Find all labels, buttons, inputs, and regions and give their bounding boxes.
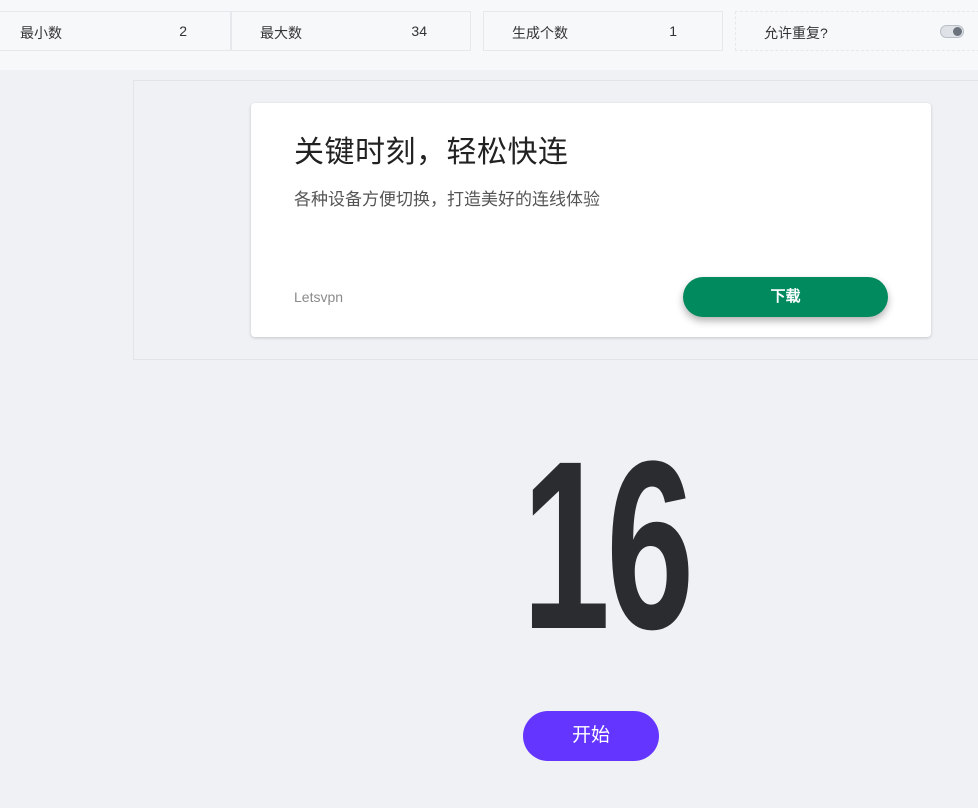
- min-number-field[interactable]: 最小数 2: [0, 11, 231, 51]
- settings-bar: 最小数 2 最大数 34 生成个数 1 允许重复?: [0, 0, 978, 70]
- ad-card[interactable]: 关键时刻，轻松快连 各种设备方便切换，打造美好的连线体验 Letsvpn 下载: [251, 103, 931, 337]
- allow-repeat-label: 允许重复?: [764, 25, 828, 41]
- max-number-field[interactable]: 最大数 34: [231, 11, 471, 51]
- min-number-label: 最小数: [20, 25, 62, 41]
- result-number: 16: [522, 411, 694, 679]
- ad-brand: Letsvpn: [294, 289, 344, 305]
- allow-repeat-field: 允许重复?: [735, 11, 978, 51]
- max-number-value[interactable]: 34: [411, 23, 427, 39]
- count-field[interactable]: 生成个数 1: [483, 11, 723, 51]
- ad-title: 关键时刻，轻松快连: [294, 133, 569, 173]
- toggle-knob: [953, 27, 962, 36]
- start-button[interactable]: 开始: [523, 711, 659, 761]
- allow-repeat-toggle[interactable]: [940, 25, 964, 38]
- count-value[interactable]: 1: [669, 23, 677, 39]
- download-button[interactable]: 下载: [683, 277, 888, 317]
- ad-subtitle: 各种设备方便切换，打造美好的连线体验: [294, 190, 600, 209]
- min-number-value[interactable]: 2: [179, 23, 187, 39]
- max-number-label: 最大数: [260, 25, 302, 41]
- ad-title-text: 关键时刻，轻松快连: [294, 136, 569, 169]
- count-label: 生成个数: [512, 25, 568, 41]
